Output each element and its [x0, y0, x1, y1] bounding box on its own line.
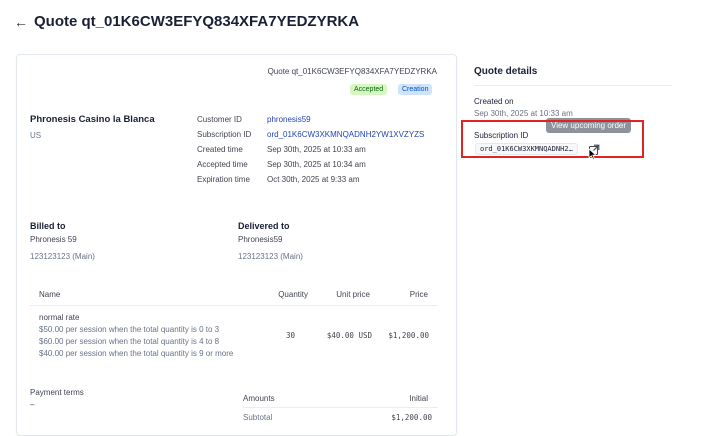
status-badge-accepted: Accepted — [350, 84, 388, 95]
quote-details-heading: Quote details — [474, 66, 538, 77]
accepted-time-value: Sep 30th, 2025 at 10:34 am — [267, 160, 366, 169]
quote-header-id: Quote qt_01K6CW3EFYQ834XFA7YEDZYRKA — [267, 67, 437, 76]
line-item-quantity: 30 — [285, 331, 295, 340]
billed-to-heading: Billed to — [30, 221, 66, 231]
status-badge-creation: Creation — [398, 84, 433, 95]
table-header-name: Name — [39, 290, 61, 299]
expiration-time-label: Expiration time — [197, 175, 250, 184]
amounts-heading: Amounts — [243, 394, 275, 403]
subscription-id-label: Subscription ID — [197, 130, 252, 139]
line-item-tier-1: $50.00 per session when the total quanti… — [39, 325, 220, 334]
line-item-tier-3: $40.00 per session when the total quanti… — [39, 349, 234, 358]
line-item-name: normal rate — [39, 313, 80, 322]
customer-name: Phronesis Casino la Blanca — [30, 114, 155, 125]
billed-to-name: Phronesis 59 — [30, 235, 77, 244]
created-on-label: Created on — [474, 97, 514, 106]
delivered-to-heading: Delivered to — [238, 221, 290, 231]
table-header-quantity: Quantity — [278, 290, 308, 299]
created-time-value: Sep 30th, 2025 at 10:33 am — [267, 145, 366, 154]
billed-to-phone: 123123123 (Main) — [30, 252, 95, 261]
page-title: Quote qt_01K6CW3EFYQ834XFA7YEDZYRKA — [34, 13, 360, 30]
accepted-time-label: Accepted time — [197, 160, 248, 169]
table-divider — [30, 305, 438, 306]
subtotal-label: Subtotal — [243, 413, 273, 422]
amounts-initial-header: Initial — [409, 394, 428, 403]
created-time-label: Created time — [197, 145, 243, 154]
customer-country: US — [30, 131, 42, 140]
customer-id-label: Customer ID — [197, 115, 242, 124]
amounts-divider — [243, 407, 438, 408]
table-header-unit-price: Unit price — [336, 290, 370, 299]
line-item-price: $1,200.00 — [388, 331, 429, 340]
quote-details-divider — [474, 85, 672, 86]
delivered-to-phone: 123123123 (Main) — [238, 252, 303, 261]
payment-terms-value: – — [30, 400, 35, 409]
created-on-value: Sep 30th, 2025 at 10:33 am — [474, 109, 573, 118]
mouse-pointer-icon — [588, 148, 598, 160]
payment-terms-label: Payment terms — [30, 388, 84, 397]
quote-document-card — [16, 54, 457, 436]
delivered-to-name: Phronesis59 — [238, 235, 283, 244]
table-header-price: Price — [409, 290, 428, 299]
subscription-id-link[interactable]: ord_01K6CW3XKMNQADNH2YW1XVZYZS — [267, 130, 424, 139]
line-item-tier-2: $60.00 per session when the total quanti… — [39, 337, 220, 346]
expiration-time-value: Oct 30th, 2025 at 9:33 am — [267, 175, 360, 184]
customer-id-link[interactable]: phronesis59 — [267, 115, 311, 124]
line-item-unit-price: $40.00 USD — [326, 331, 372, 340]
subtotal-value: $1,200.00 — [391, 413, 432, 422]
highlight-box — [461, 120, 644, 158]
back-arrow-icon[interactable]: ← — [14, 14, 28, 30]
